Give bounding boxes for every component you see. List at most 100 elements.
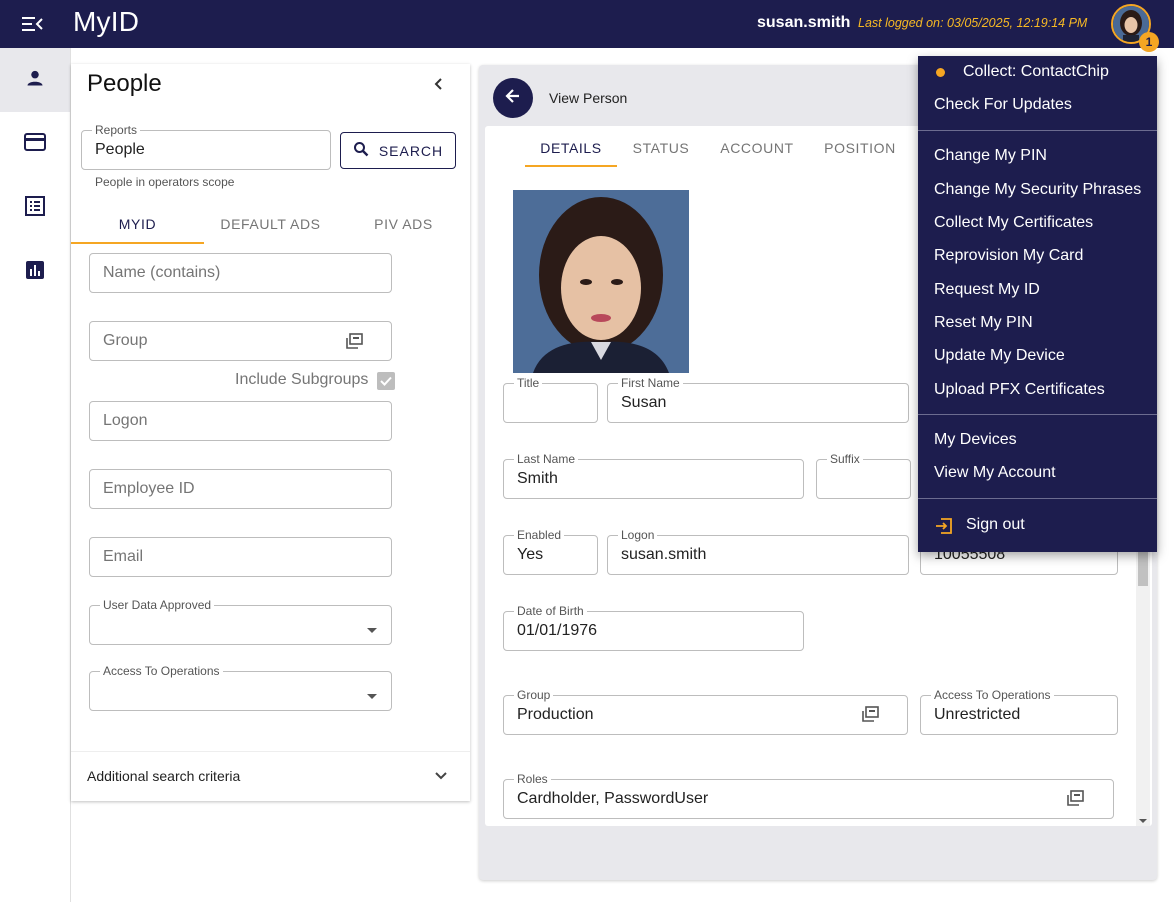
group-input[interactable]: Group <box>89 321 392 361</box>
menu-sign-out[interactable]: Sign out <box>966 516 1025 534</box>
logon-value: susan.smith <box>621 546 707 563</box>
bar-chart-icon <box>25 260 45 285</box>
last-name-label: Last Name <box>514 452 579 466</box>
include-subgroups-label: Include Subgroups <box>235 371 369 388</box>
enabled-value: Yes <box>517 546 544 563</box>
suffix-label: Suffix <box>827 452 863 466</box>
sign-out-icon <box>934 516 954 541</box>
title-label: Title <box>514 376 543 390</box>
panel-title: People <box>87 70 162 97</box>
group-label: Group <box>514 688 554 702</box>
access-operations-value: Unrestricted <box>934 706 1021 723</box>
navigation-rail <box>0 48 71 902</box>
top-app-bar: MyID susan.smith Last logged on: 03/05/2… <box>0 0 1174 52</box>
dropdown-arrow-icon <box>366 688 378 706</box>
tab-details[interactable]: DETAILS <box>525 140 617 167</box>
tab-status[interactable]: STATUS <box>621 140 701 167</box>
credit-card-icon <box>24 132 46 156</box>
menu-reprovision-card[interactable]: Reprovision My Card <box>934 247 1083 265</box>
menu-divider <box>918 414 1157 415</box>
additional-criteria-toggle[interactable]: Additional search criteria <box>87 768 240 784</box>
suffix-field[interactable]: Suffix <box>816 452 911 499</box>
access-operations-select[interactable]: Access To Operations <box>89 664 392 711</box>
search-label: SEARCH <box>378 142 444 159</box>
nav-reports[interactable] <box>0 240 70 304</box>
chevron-down-icon[interactable] <box>431 766 451 786</box>
tab-position[interactable]: POSITION <box>815 140 905 167</box>
scrollbar-thumb[interactable] <box>1138 546 1148 586</box>
access-operations-field[interactable]: Access To Operations Unrestricted <box>920 688 1118 735</box>
user-data-approved-select[interactable]: User Data Approved <box>89 598 392 645</box>
last-name-field[interactable]: Last Name Smith <box>503 452 804 499</box>
name-placeholder: Name (contains) <box>103 264 221 281</box>
access-operations-label: Access To Operations <box>100 664 223 678</box>
first-name-label: First Name <box>618 376 683 390</box>
logon-field[interactable]: Logon susan.smith <box>607 528 909 575</box>
last-logged-text: Last logged on: 03/05/2025, 12:19:14 PM <box>858 16 1088 30</box>
first-name-value: Susan <box>621 394 667 411</box>
menu-toggle-icon[interactable] <box>18 12 46 36</box>
name-input[interactable]: Name (contains) <box>89 253 392 293</box>
menu-view-account[interactable]: View My Account <box>934 464 1056 482</box>
email-placeholder: Email <box>103 548 144 565</box>
roles-label: Roles <box>514 772 551 786</box>
user-menu: Collect: ContactChip Check For Updates C… <box>918 56 1157 552</box>
group-field[interactable]: Group Production <box>503 688 908 735</box>
tab-default-ads[interactable]: DEFAULT ADS <box>204 216 337 244</box>
first-name-field[interactable]: First Name Susan <box>607 376 909 423</box>
view-title: View Person <box>549 90 628 106</box>
dropdown-arrow-icon <box>366 622 378 640</box>
menu-upload-pfx[interactable]: Upload PFX Certificates <box>934 381 1105 399</box>
person-icon <box>25 68 45 93</box>
list-icon <box>25 195 45 221</box>
nav-people[interactable] <box>0 48 70 112</box>
people-search-panel: People Reports People SEARCH People in o… <box>71 64 470 801</box>
title-field[interactable]: Title <box>503 376 598 423</box>
app-title: MyID <box>73 6 140 37</box>
notification-badge: 1 <box>1139 32 1159 52</box>
menu-change-pin[interactable]: Change My PIN <box>934 147 1047 165</box>
arrow-left-icon <box>503 86 523 111</box>
include-subgroups-checkbox[interactable] <box>377 372 395 390</box>
nav-requests[interactable] <box>0 176 70 240</box>
divider <box>71 751 470 752</box>
tab-myid[interactable]: MYID <box>71 216 204 244</box>
search-button[interactable]: SEARCH <box>340 132 456 169</box>
scroll-down-icon[interactable] <box>1138 812 1148 826</box>
employee-id-input[interactable]: Employee ID <box>89 469 392 509</box>
menu-collect-certificates[interactable]: Collect My Certificates <box>934 214 1093 232</box>
menu-collect[interactable]: Collect: ContactChip <box>963 63 1109 81</box>
reports-label: Reports <box>92 123 141 137</box>
email-input[interactable]: Email <box>89 537 392 577</box>
nav-cards[interactable] <box>0 112 70 176</box>
search-icon <box>353 141 369 160</box>
group-picker-icon[interactable] <box>344 332 364 357</box>
menu-change-phrases[interactable]: Change My Security Phrases <box>934 181 1141 199</box>
menu-my-devices[interactable]: My Devices <box>934 431 1017 449</box>
logon-input[interactable]: Logon <box>89 401 392 441</box>
tab-piv-ads[interactable]: PIV ADS <box>337 216 470 244</box>
roles-picker-icon[interactable] <box>1065 789 1085 814</box>
menu-update-device[interactable]: Update My Device <box>934 347 1065 365</box>
user-data-approved-label: User Data Approved <box>100 598 215 612</box>
collapse-panel-button[interactable] <box>427 72 451 96</box>
roles-field[interactable]: Roles Cardholder, PasswordUser <box>503 772 1114 819</box>
dob-field[interactable]: Date of Birth 01/01/1976 <box>503 604 804 651</box>
access-operations-label: Access To Operations <box>931 688 1054 702</box>
logon-label: Logon <box>618 528 658 542</box>
user-name: susan.smith <box>757 14 851 31</box>
group-picker-icon[interactable] <box>860 705 880 730</box>
back-button[interactable] <box>493 78 533 118</box>
menu-request-id[interactable]: Request My ID <box>934 281 1040 299</box>
menu-check-updates[interactable]: Check For Updates <box>934 96 1072 114</box>
tab-account[interactable]: ACCOUNT <box>711 140 803 167</box>
reports-select[interactable]: Reports People <box>81 123 331 170</box>
dob-value: 01/01/1976 <box>517 622 598 639</box>
reports-value: People <box>95 141 145 158</box>
menu-reset-pin[interactable]: Reset My PIN <box>934 314 1033 332</box>
scope-hint: People in operators scope <box>95 175 235 189</box>
enabled-field[interactable]: Enabled Yes <box>503 528 598 575</box>
person-photo <box>513 190 689 373</box>
roles-value: Cardholder, PasswordUser <box>517 790 709 807</box>
group-value: Production <box>517 706 594 723</box>
